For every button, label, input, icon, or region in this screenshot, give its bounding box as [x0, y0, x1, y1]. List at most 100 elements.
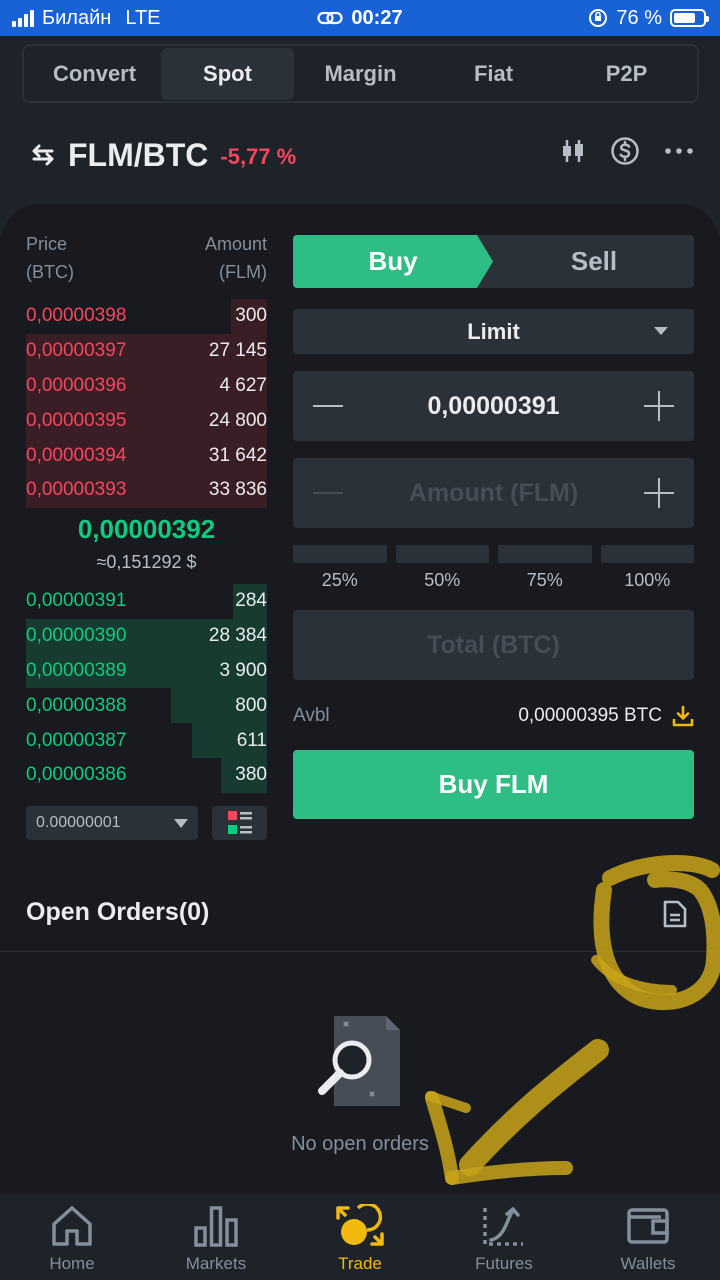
pair-name: FLM/BTC [68, 136, 209, 173]
dollar-coin-icon[interactable] [610, 136, 640, 166]
order-amount: 24 800 [208, 409, 267, 431]
order-amount: 284 [235, 590, 267, 612]
plus-icon[interactable] [643, 478, 674, 508]
tab-p2p[interactable]: P2P [560, 48, 693, 100]
order-price: 0,00000396 [26, 374, 127, 396]
more-dots-icon[interactable] [664, 147, 694, 155]
percent-step-75[interactable] [498, 545, 592, 563]
ask-row[interactable]: 0,00000394 31 642 [26, 438, 267, 473]
order-history-icon[interactable] [663, 900, 687, 928]
amount-stepper: Amount (FLM) [293, 458, 694, 528]
nav-label: Trade [338, 1254, 382, 1273]
bid-row[interactable]: 0,00000388 800 [26, 688, 267, 724]
order-price: 0,00000386 [26, 764, 127, 786]
trade-mode-tabs: Convert Spot Margin Fiat P2P [22, 44, 699, 103]
tab-spot[interactable]: Spot [161, 47, 294, 100]
divider [0, 951, 720, 952]
order-book-layout-icon [227, 811, 252, 834]
order-amount: 611 [236, 729, 267, 751]
percent-step-100[interactable] [600, 545, 694, 563]
ask-row[interactable]: 0,00000393 33 836 [26, 472, 267, 508]
open-orders-title[interactable]: Open Orders(0) [26, 898, 209, 927]
percent-step-50[interactable] [395, 545, 489, 563]
wallet-icon [627, 1208, 669, 1244]
ask-row[interactable]: 0,00000395 24 800 [26, 403, 267, 439]
bid-row[interactable]: 0,00000386 380 [26, 757, 267, 793]
percent-label[interactable]: 75% [498, 570, 592, 591]
battery-percent: 76 % [616, 6, 662, 29]
ask-row[interactable]: 0,00000397 27 145 [26, 333, 267, 369]
bid-row[interactable]: 0,00000391 284 [26, 584, 267, 619]
bid-row[interactable]: 0,00000390 28 384 [26, 618, 267, 654]
order-book-header: Price (BTC) Amount (FLM) [26, 230, 267, 286]
order-amount: 31 642 [208, 444, 267, 466]
order-price: 0,00000395 [26, 409, 127, 431]
nav-wallets[interactable]: Wallets [576, 1194, 720, 1280]
order-amount: 3 900 [219, 659, 267, 681]
order-amount: 33 836 [208, 479, 267, 501]
bid-row[interactable]: 0,00000387 611 [26, 723, 267, 758]
order-book-view-toggle[interactable] [212, 806, 267, 840]
pair-change: -5,77 % [220, 144, 297, 169]
order-type-select[interactable]: Limit [293, 309, 694, 354]
last-price[interactable]: 0,00000392 [26, 514, 267, 545]
percent-labels: 25% 50% 75% 100% [293, 570, 694, 591]
order-price: 0,00000388 [26, 694, 127, 716]
battery-icon [670, 9, 709, 27]
last-price-fiat: ≈0,151292 $ [96, 552, 197, 572]
percent-label[interactable]: 25% [293, 570, 387, 591]
price-input[interactable]: 0,00000391 [427, 392, 559, 421]
order-amount: 300 [235, 305, 267, 327]
minus-icon[interactable] [313, 391, 343, 421]
trade-icon [336, 1204, 384, 1246]
buy-sell-toggle: Buy Sell [293, 235, 694, 288]
minus-icon[interactable] [313, 478, 343, 508]
buy-submit-button[interactable]: Buy FLM [293, 750, 694, 819]
nav-futures[interactable]: Futures [432, 1194, 576, 1280]
ask-row[interactable]: 0,00000398 300 [26, 299, 267, 334]
tab-fiat[interactable]: Fiat [427, 48, 560, 100]
nav-home[interactable]: Home [0, 1194, 144, 1280]
tab-margin[interactable]: Margin [294, 48, 427, 100]
order-price: 0,00000389 [26, 659, 127, 681]
caret-down-icon [654, 327, 668, 335]
nav-label: Wallets [620, 1254, 676, 1273]
pair-header[interactable]: FLM/BTC -5,77 % [30, 128, 296, 182]
percent-label[interactable]: 100% [601, 570, 695, 591]
percent-label[interactable]: 50% [396, 570, 490, 591]
bid-row[interactable]: 0,00000389 3 900 [26, 653, 267, 689]
nav-label: Markets [185, 1254, 247, 1273]
available-value: 0,00000395 BTC [518, 705, 662, 726]
amount-input[interactable]: Amount (FLM) [409, 479, 578, 508]
percent-slider[interactable] [293, 545, 694, 563]
plus-icon[interactable] [644, 391, 674, 421]
order-price: 0,00000387 [26, 729, 127, 751]
swap-arrows-icon [32, 144, 54, 166]
order-price: 0,00000398 [26, 305, 127, 327]
order-book-asks: 0,00000398 300 0,00000397 27 145 0,00000396 4… [26, 299, 267, 508]
nav-label: Futures [475, 1254, 533, 1273]
empty-state-text: No open orders [291, 1133, 429, 1155]
nav-trade[interactable]: Trade [288, 1194, 432, 1280]
order-price: 0,00000393 [26, 479, 127, 501]
futures-icon [483, 1207, 523, 1246]
order-amount: 28 384 [208, 625, 267, 647]
status-bar: Билайн LTE 00:27 76 % [0, 0, 720, 36]
ask-row[interactable]: 0,00000396 4 627 [26, 368, 267, 404]
order-amount: 380 [235, 764, 267, 786]
caret-down-icon [174, 818, 188, 828]
candlestick-chart-icon[interactable] [560, 138, 586, 164]
precision-select[interactable]: 0.00000001 [26, 806, 198, 840]
sell-tab[interactable]: Sell [494, 235, 694, 288]
available-balance: Avbl 0,00000395 BTC [293, 702, 694, 730]
order-price: 0,00000397 [26, 340, 127, 362]
tab-convert[interactable]: Convert [28, 48, 161, 100]
price-stepper: 0,00000391 [293, 371, 694, 441]
percent-step-25[interactable] [293, 545, 387, 563]
order-book-bids: 0,00000391 284 0,00000390 28 384 0,00000389 3… [26, 584, 267, 793]
deposit-icon[interactable] [672, 705, 694, 727]
buy-tab[interactable]: Buy [293, 235, 493, 288]
nav-markets[interactable]: Markets [144, 1194, 288, 1280]
total-input[interactable]: Total (BTC) [293, 610, 694, 680]
order-price: 0,00000394 [26, 444, 127, 466]
